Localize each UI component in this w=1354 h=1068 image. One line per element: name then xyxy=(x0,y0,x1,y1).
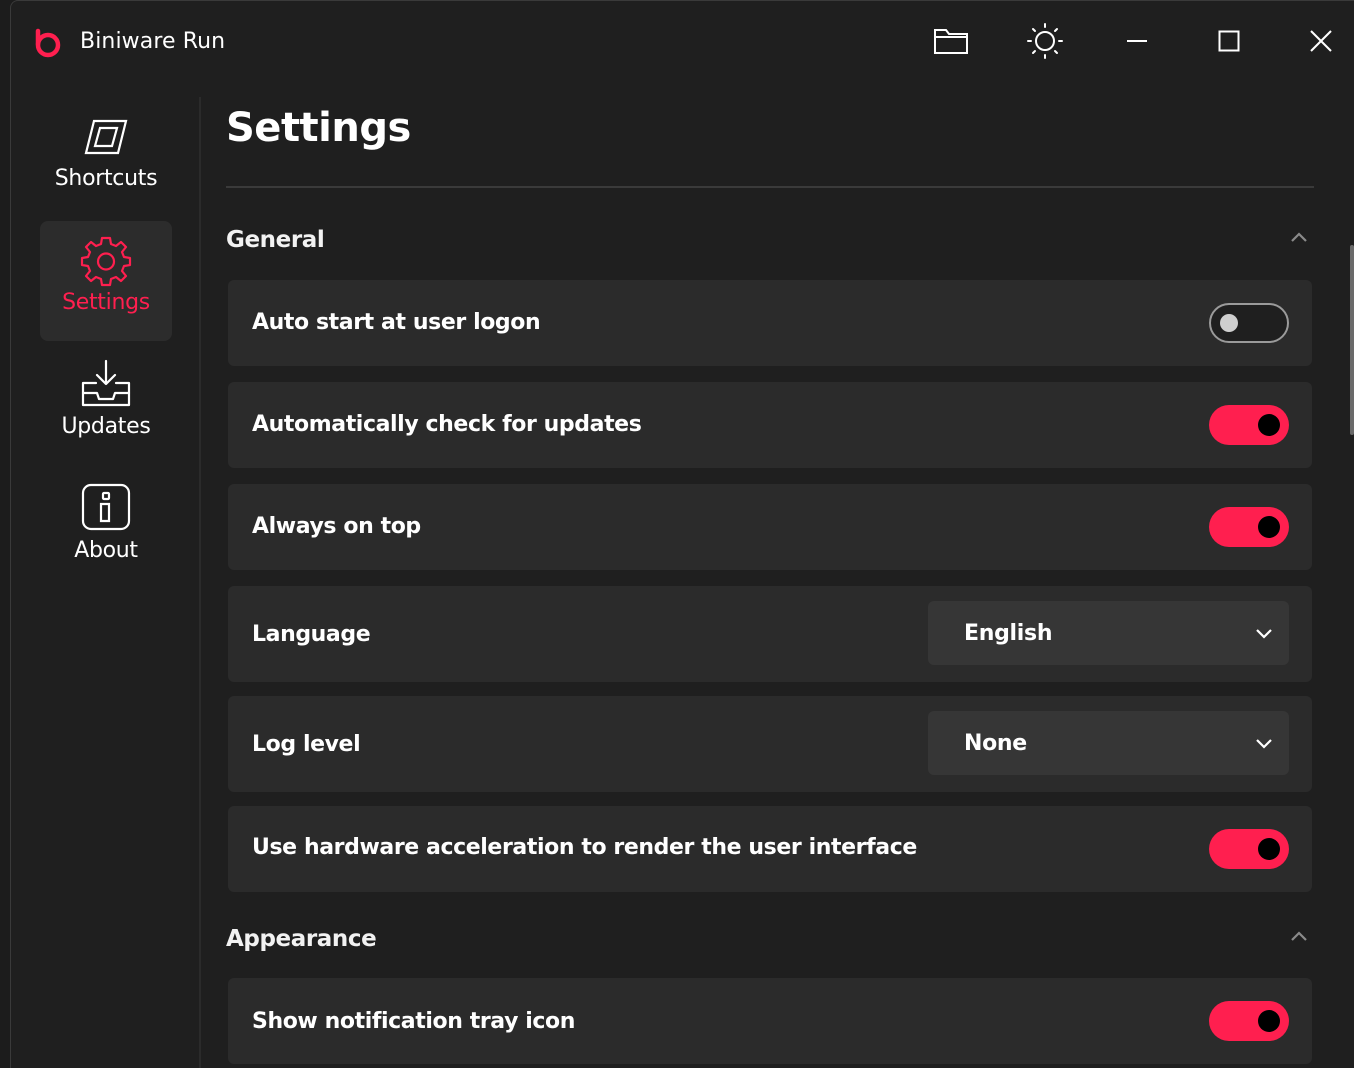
setting-label: Automatically check for updates xyxy=(252,412,642,437)
toggle-knob xyxy=(1258,414,1280,436)
settings-page: Settings General Auto start at user logo… xyxy=(225,97,1315,1068)
chevron-up-icon[interactable] xyxy=(1290,231,1308,243)
setting-language: Language English xyxy=(228,586,1312,682)
chevron-down-icon xyxy=(1256,629,1272,639)
minimize-icon xyxy=(1127,40,1147,42)
setting-tray-icon: Show notification tray icon xyxy=(228,978,1312,1064)
setting-check-updates: Automatically check for updates xyxy=(228,382,1312,468)
sidebar-item-label: Updates xyxy=(61,414,151,439)
section-header-appearance[interactable]: Appearance xyxy=(225,918,1314,958)
chevron-down-icon xyxy=(1256,739,1272,749)
setting-label: Show notification tray icon xyxy=(252,1009,576,1034)
theme-toggle-button[interactable] xyxy=(1023,21,1067,61)
download-icon xyxy=(81,359,131,407)
sidebar-item-about[interactable]: About xyxy=(40,469,172,589)
chevron-up-icon[interactable] xyxy=(1290,930,1308,942)
select-value: None xyxy=(964,731,1027,756)
tray-icon-toggle[interactable] xyxy=(1209,1001,1289,1041)
hardware-acceleration-toggle[interactable] xyxy=(1209,829,1289,869)
title-bar: Biniware Run xyxy=(11,1,1354,83)
setting-label: Always on top xyxy=(252,514,421,539)
select-value: English xyxy=(964,621,1053,646)
sidebar-item-shortcuts[interactable]: Shortcuts xyxy=(40,97,172,217)
maximize-button[interactable] xyxy=(1207,21,1251,61)
maximize-icon xyxy=(1218,30,1240,52)
folder-icon xyxy=(934,29,968,54)
title-divider xyxy=(226,186,1314,188)
shortcuts-icon xyxy=(84,119,128,155)
setting-label: Log level xyxy=(252,732,361,757)
check-updates-toggle[interactable] xyxy=(1209,405,1289,445)
auto-start-toggle[interactable] xyxy=(1209,303,1289,343)
toggle-knob xyxy=(1258,838,1280,860)
vertical-scrollbar[interactable] xyxy=(1350,245,1354,435)
close-icon xyxy=(1310,30,1332,52)
section-title: General xyxy=(226,227,325,253)
setting-hardware-acceleration: Use hardware acceleration to render the … xyxy=(228,806,1312,892)
sidebar-item-settings[interactable]: Settings xyxy=(40,221,172,341)
open-folder-button[interactable] xyxy=(929,21,973,61)
toggle-knob xyxy=(1258,516,1280,538)
sidebar-item-updates[interactable]: Updates xyxy=(40,345,172,465)
setting-label: Use hardware acceleration to render the … xyxy=(252,835,917,860)
theme-sun-icon xyxy=(1027,23,1063,59)
close-button[interactable] xyxy=(1299,21,1343,61)
gear-icon xyxy=(80,236,132,287)
language-select[interactable]: English xyxy=(928,601,1289,665)
setting-auto-start: Auto start at user logon xyxy=(228,280,1312,366)
sidebar: Shortcuts Settings Updates About xyxy=(11,97,201,1068)
app-logo-icon xyxy=(35,28,61,58)
log-level-select[interactable]: None xyxy=(928,711,1289,775)
setting-always-on-top: Always on top xyxy=(228,484,1312,570)
section-title: Appearance xyxy=(226,926,377,952)
minimize-button[interactable] xyxy=(1115,21,1159,61)
page-title: Settings xyxy=(226,105,411,151)
always-on-top-toggle[interactable] xyxy=(1209,507,1289,547)
toggle-knob xyxy=(1258,1010,1280,1032)
toggle-knob xyxy=(1220,314,1238,332)
info-icon xyxy=(81,483,131,531)
setting-label: Auto start at user logon xyxy=(252,310,541,335)
sidebar-item-label: About xyxy=(74,538,138,563)
app-window: Biniware Run Shortcuts Settings Updates … xyxy=(10,0,1354,1068)
setting-log-level: Log level None xyxy=(228,696,1312,792)
sidebar-item-label: Settings xyxy=(62,290,150,315)
setting-label: Language xyxy=(252,622,371,647)
app-title: Biniware Run xyxy=(80,29,226,54)
sidebar-item-label: Shortcuts xyxy=(54,166,158,191)
section-header-general[interactable]: General xyxy=(225,219,1314,259)
